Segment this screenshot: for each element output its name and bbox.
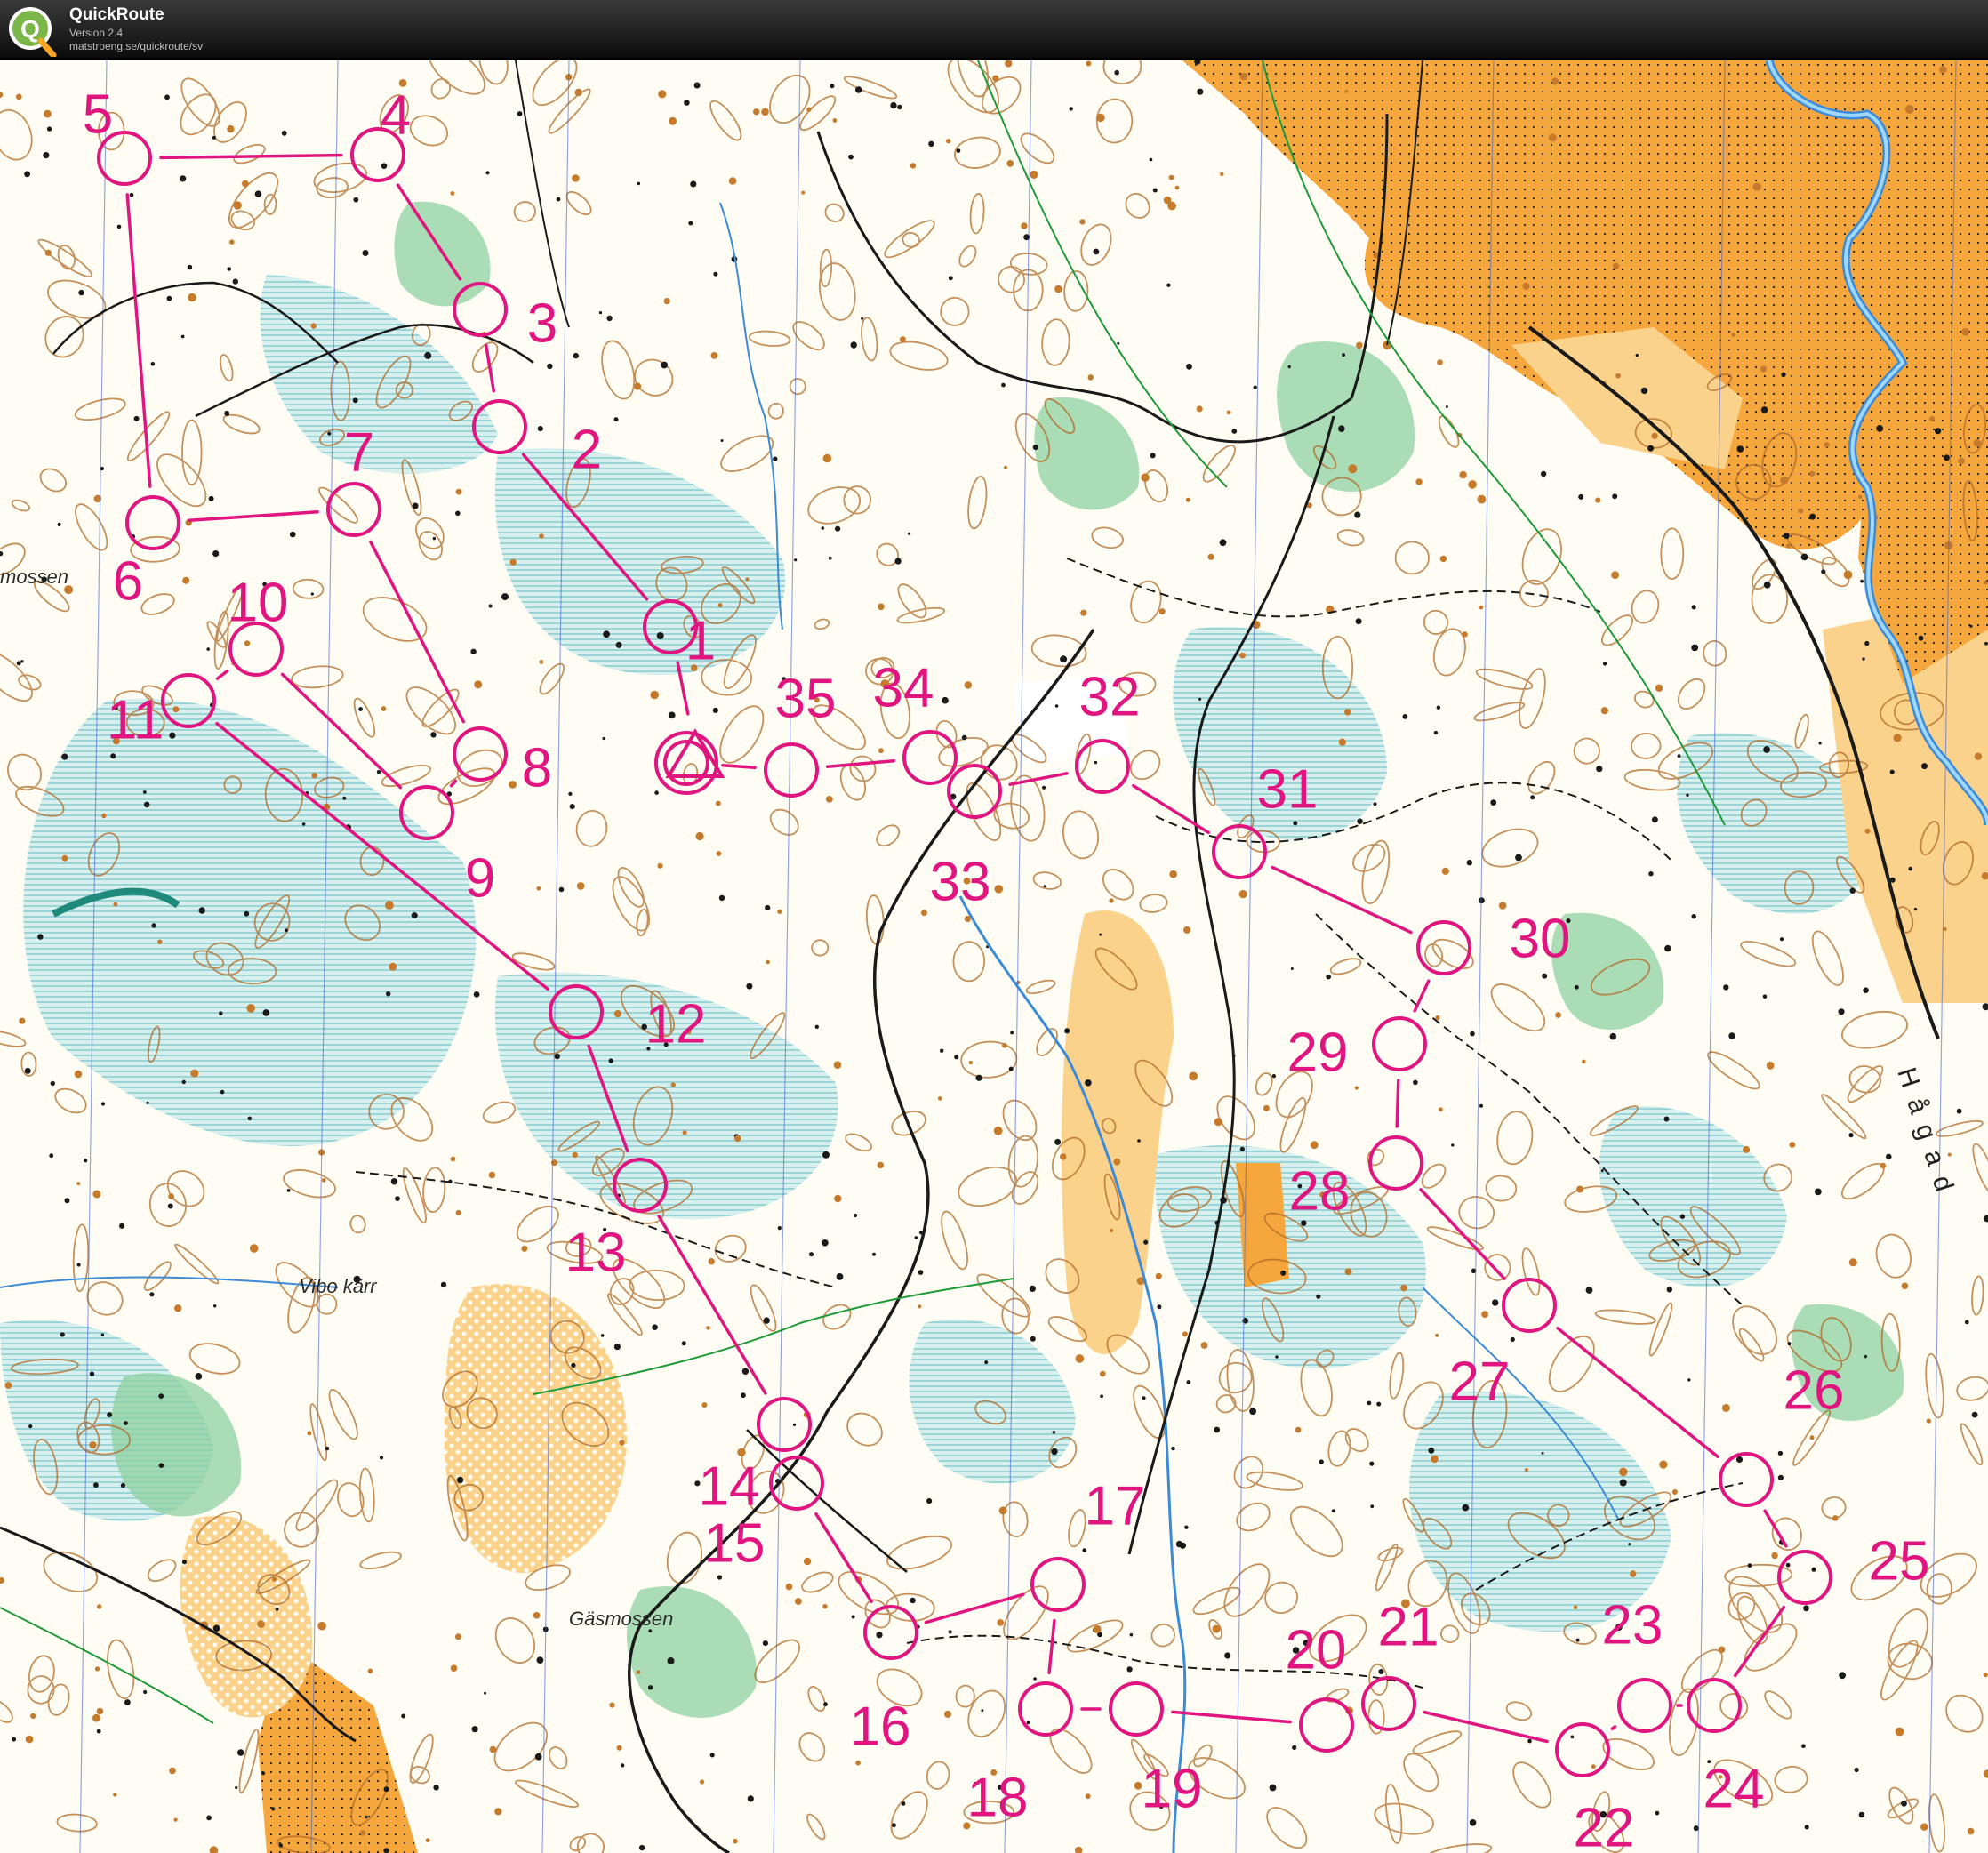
control-number-label: 5: [83, 84, 113, 145]
control-number-label: 8: [522, 737, 552, 798]
course-leg-line: [369, 540, 465, 724]
course-leg-line: [1171, 1710, 1292, 1724]
course-leg-line: [125, 193, 152, 488]
control-circle-26[interactable]: [1719, 1452, 1774, 1507]
app-titlebar: Q QuickRoute Version 2.4 matstroeng.se/q…: [0, 0, 1988, 60]
course-leg-line: [657, 1215, 767, 1395]
app-url[interactable]: matstroeng.se/quickroute/sv: [69, 40, 203, 52]
course-leg-line: [1413, 979, 1431, 1013]
control-number-label: 26: [1784, 1360, 1845, 1421]
orienteering-map[interactable]: 1 2 3 4 5 6 7 8 9 10 11 12 13 14 15 16 17 18 19 20 21 22 23 24 2…: [0, 60, 1988, 1853]
course-leg-line: [1271, 865, 1413, 935]
control-number-label: 21: [1378, 1596, 1439, 1657]
course-leg-line: [188, 509, 319, 523]
control-number-label: 30: [1510, 908, 1571, 969]
control-number-label: 29: [1287, 1022, 1349, 1083]
control-circle-34[interactable]: [902, 730, 958, 785]
place-name-vibo-karr: Vibo kärr: [299, 1275, 377, 1297]
control-circle-6[interactable]: [125, 495, 180, 550]
course-leg-line: [1395, 1079, 1400, 1128]
course-leg-line: [826, 758, 895, 769]
control-number-label: 25: [1869, 1530, 1930, 1592]
course-leg-line: [1008, 772, 1069, 786]
control-number-label: 17: [1085, 1475, 1146, 1536]
control-number-label: 16: [850, 1696, 911, 1757]
control-circle-28[interactable]: [1368, 1135, 1423, 1191]
control-number-label: 15: [704, 1512, 766, 1574]
control-number-label: 23: [1602, 1594, 1663, 1656]
control-number-label: 28: [1289, 1160, 1351, 1222]
control-number-label: 31: [1257, 758, 1319, 820]
control-circle-25[interactable]: [1777, 1550, 1832, 1605]
control-number-label: 12: [645, 993, 707, 1055]
control-number-label: 32: [1079, 666, 1141, 727]
control-number-label: 27: [1449, 1351, 1511, 1412]
control-number-label: 6: [113, 550, 143, 612]
course-leg-line: [1610, 1725, 1617, 1730]
control-circle-20[interactable]: [1299, 1697, 1354, 1753]
course-leg-line: [1047, 1619, 1056, 1674]
control-number-label: 13: [565, 1222, 627, 1283]
app-name: QuickRoute: [69, 5, 164, 24]
quickroute-logo-icon: Q: [9, 7, 57, 57]
control-circle-22[interactable]: [1555, 1722, 1610, 1777]
control-number-label: 35: [775, 668, 837, 729]
course-leg-line: [215, 670, 229, 680]
control-number-label: 22: [1574, 1797, 1635, 1853]
app-version: Version 2.4: [69, 27, 124, 39]
control-number-label: 4: [381, 84, 411, 146]
control-circle-29[interactable]: [1372, 1016, 1427, 1071]
control-circle-23[interactable]: [1617, 1678, 1672, 1733]
control-circle-18[interactable]: [1018, 1681, 1073, 1737]
control-circle-30[interactable]: [1416, 920, 1471, 975]
control-number-label: 1: [685, 610, 716, 671]
control-circle-14[interactable]: [757, 1397, 812, 1452]
control-circle-35[interactable]: [764, 742, 819, 798]
control-number-label: 9: [465, 847, 495, 909]
control-number-label: 2: [572, 419, 602, 480]
place-name-mossen: mossen: [0, 566, 69, 588]
control-number-label: 11: [107, 689, 164, 750]
control-circle-17[interactable]: [1030, 1557, 1086, 1612]
control-circle-33[interactable]: [947, 764, 1002, 819]
course-leg-line: [1763, 1509, 1788, 1548]
control-number-label: 18: [967, 1767, 1029, 1828]
control-circle-19[interactable]: [1109, 1681, 1164, 1737]
course-leg-line: [449, 779, 458, 788]
svg-text:Q: Q: [20, 15, 40, 43]
course-leg-line: [721, 764, 757, 769]
control-circle-9[interactable]: [399, 785, 454, 840]
control-number-label: 19: [1142, 1758, 1203, 1819]
control-number-label: 10: [228, 572, 289, 633]
control-number-label: 3: [527, 293, 557, 354]
map-canvas[interactable]: 123456789101112131415161718 1920 212223242…: [0, 60, 1988, 1853]
course-leg-line: [1132, 783, 1210, 835]
control-number-label: 20: [1286, 1619, 1347, 1681]
control-number-label: 7: [344, 421, 374, 483]
control-number-label: 33: [930, 851, 991, 912]
course-leg-line: [159, 153, 343, 160]
control-number-label: 14: [699, 1456, 760, 1517]
place-name-gasmossen: Gäsmossen: [569, 1608, 674, 1630]
control-number-label: 34: [873, 657, 934, 718]
course-leg-line: [1423, 1710, 1549, 1744]
control-number-label: 24: [1703, 1758, 1765, 1819]
control-circle-7[interactable]: [326, 482, 381, 537]
control-circle-24[interactable]: [1687, 1678, 1742, 1733]
